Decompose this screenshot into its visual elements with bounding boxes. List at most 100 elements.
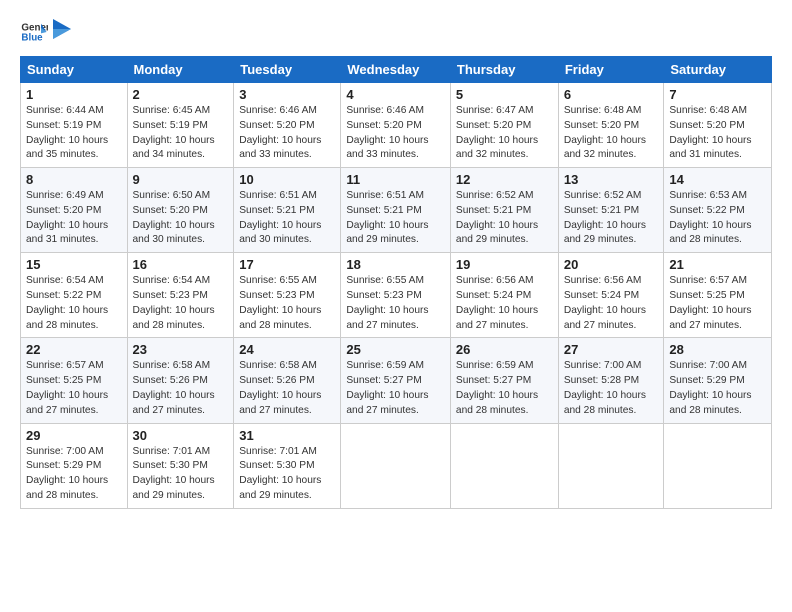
day-info: Sunrise: 6:51 AM Sunset: 5:21 PM Dayligh… [239, 189, 335, 248]
day-number: 29 [26, 428, 122, 443]
calendar-table: SundayMondayTuesdayWednesdayThursdayFrid… [20, 56, 772, 509]
day-info: Sunrise: 6:52 AM Sunset: 5:21 PM Dayligh… [456, 189, 553, 248]
day-number: 8 [26, 172, 122, 187]
calendar-cell: 14 Sunrise: 6:53 AM Sunset: 5:22 PM Dayli… [664, 168, 772, 253]
calendar-week-row: 29 Sunrise: 7:00 AM Sunset: 5:29 PM Dayli… [21, 423, 772, 508]
calendar-cell: 19Sunrise: 6:56 AM Sunset: 5:24 PM Dayli… [450, 253, 558, 338]
calendar-cell: 17Sunrise: 6:55 AM Sunset: 5:23 PM Dayli… [234, 253, 341, 338]
calendar-cell: 2Sunrise: 6:45 AM Sunset: 5:19 PM Daylig… [127, 83, 234, 168]
logo-icon: General Blue [20, 18, 48, 46]
day-info: Sunrise: 6:58 AM Sunset: 5:26 PM Dayligh… [239, 359, 335, 418]
calendar-cell: 12 Sunrise: 6:52 AM Sunset: 5:21 PM Dayli… [450, 168, 558, 253]
day-info: Sunrise: 6:49 AM Sunset: 5:20 PM Dayligh… [26, 189, 122, 248]
day-info: Sunrise: 7:00 AM Sunset: 5:28 PM Dayligh… [564, 359, 659, 418]
day-info: Sunrise: 7:00 AM Sunset: 5:29 PM Dayligh… [26, 445, 122, 504]
day-number: 25 [346, 342, 445, 357]
day-number: 4 [346, 87, 445, 102]
calendar-week-row: 15 Sunrise: 6:54 AM Sunset: 5:22 PM Dayli… [21, 253, 772, 338]
svg-text:Blue: Blue [21, 32, 43, 43]
calendar-weekday-friday: Friday [558, 57, 664, 83]
day-info: Sunrise: 6:58 AM Sunset: 5:26 PM Dayligh… [133, 359, 229, 418]
calendar-cell: 4 Sunrise: 6:46 AM Sunset: 5:20 PM Daylig… [341, 83, 451, 168]
day-number: 12 [456, 172, 553, 187]
day-number: 7 [669, 87, 766, 102]
calendar-cell: 9 Sunrise: 6:50 AM Sunset: 5:20 PM Daylig… [127, 168, 234, 253]
day-info: Sunrise: 6:48 AM Sunset: 5:20 PM Dayligh… [564, 104, 659, 163]
calendar-cell: 1 Sunrise: 6:44 AM Sunset: 5:19 PM Daylig… [21, 83, 128, 168]
logo-arrow-icon [53, 15, 71, 43]
day-number: 14 [669, 172, 766, 187]
day-number: 11 [346, 172, 445, 187]
day-number: 31 [239, 428, 335, 443]
calendar-cell: 30 Sunrise: 7:01 AM Sunset: 5:30 PM Dayli… [127, 423, 234, 508]
calendar-cell: 7 Sunrise: 6:48 AM Sunset: 5:20 PM Daylig… [664, 83, 772, 168]
day-info: Sunrise: 6:52 AM Sunset: 5:21 PM Dayligh… [564, 189, 659, 248]
calendar-cell: 18 Sunrise: 6:55 AM Sunset: 5:23 PM Dayli… [341, 253, 451, 338]
calendar-cell [558, 423, 664, 508]
calendar-weekday-sunday: Sunday [21, 57, 128, 83]
logo: General Blue [20, 18, 71, 46]
calendar-cell: 25 Sunrise: 6:59 AM Sunset: 5:27 PM Dayli… [341, 338, 451, 423]
day-number: 9 [133, 172, 229, 187]
day-info: Sunrise: 6:56 AM Sunset: 5:24 PM Dayligh… [564, 274, 659, 333]
day-info: Sunrise: 6:50 AM Sunset: 5:20 PM Dayligh… [133, 189, 229, 248]
day-number: 15 [26, 257, 122, 272]
calendar-cell: 6 Sunrise: 6:48 AM Sunset: 5:20 PM Daylig… [558, 83, 664, 168]
calendar-cell: 29 Sunrise: 7:00 AM Sunset: 5:29 PM Dayli… [21, 423, 128, 508]
page: General Blue SundayMondayTuesdayWednesda… [0, 0, 792, 612]
day-info: Sunrise: 6:59 AM Sunset: 5:27 PM Dayligh… [456, 359, 553, 418]
day-info: Sunrise: 6:54 AM Sunset: 5:23 PM Dayligh… [133, 274, 229, 333]
day-info: Sunrise: 6:44 AM Sunset: 5:19 PM Dayligh… [26, 104, 122, 163]
calendar-cell: 21Sunrise: 6:57 AM Sunset: 5:25 PM Dayli… [664, 253, 772, 338]
day-number: 16 [133, 257, 229, 272]
day-number: 13 [564, 172, 659, 187]
calendar-cell: 15 Sunrise: 6:54 AM Sunset: 5:22 PM Dayli… [21, 253, 128, 338]
day-number: 21 [669, 257, 766, 272]
day-info: Sunrise: 6:59 AM Sunset: 5:27 PM Dayligh… [346, 359, 445, 418]
day-number: 10 [239, 172, 335, 187]
day-number: 27 [564, 342, 659, 357]
day-info: Sunrise: 6:46 AM Sunset: 5:20 PM Dayligh… [346, 104, 445, 163]
day-info: Sunrise: 7:01 AM Sunset: 5:30 PM Dayligh… [239, 445, 335, 504]
calendar-cell: 22 Sunrise: 6:57 AM Sunset: 5:25 PM Dayli… [21, 338, 128, 423]
day-number: 30 [133, 428, 229, 443]
calendar-cell: 10 Sunrise: 6:51 AM Sunset: 5:21 PM Dayli… [234, 168, 341, 253]
day-number: 23 [133, 342, 229, 357]
day-info: Sunrise: 6:57 AM Sunset: 5:25 PM Dayligh… [26, 359, 122, 418]
calendar-week-row: 1 Sunrise: 6:44 AM Sunset: 5:19 PM Daylig… [21, 83, 772, 168]
day-number: 1 [26, 87, 122, 102]
calendar-cell: 26Sunrise: 6:59 AM Sunset: 5:27 PM Dayli… [450, 338, 558, 423]
calendar-weekday-tuesday: Tuesday [234, 57, 341, 83]
calendar-cell [450, 423, 558, 508]
calendar-cell: 16 Sunrise: 6:54 AM Sunset: 5:23 PM Dayli… [127, 253, 234, 338]
calendar-cell: 11Sunrise: 6:51 AM Sunset: 5:21 PM Dayli… [341, 168, 451, 253]
day-info: Sunrise: 6:48 AM Sunset: 5:20 PM Dayligh… [669, 104, 766, 163]
day-number: 20 [564, 257, 659, 272]
day-number: 6 [564, 87, 659, 102]
calendar-cell: 5Sunrise: 6:47 AM Sunset: 5:20 PM Daylig… [450, 83, 558, 168]
day-number: 5 [456, 87, 553, 102]
day-number: 28 [669, 342, 766, 357]
day-number: 22 [26, 342, 122, 357]
day-info: Sunrise: 7:01 AM Sunset: 5:30 PM Dayligh… [133, 445, 229, 504]
calendar-cell: 28 Sunrise: 7:00 AM Sunset: 5:29 PM Dayli… [664, 338, 772, 423]
day-info: Sunrise: 6:46 AM Sunset: 5:20 PM Dayligh… [239, 104, 335, 163]
calendar-cell: 31 Sunrise: 7:01 AM Sunset: 5:30 PM Dayli… [234, 423, 341, 508]
day-info: Sunrise: 6:54 AM Sunset: 5:22 PM Dayligh… [26, 274, 122, 333]
header: General Blue [20, 18, 772, 46]
calendar-cell [664, 423, 772, 508]
day-number: 19 [456, 257, 553, 272]
calendar-cell: 27 Sunrise: 7:00 AM Sunset: 5:28 PM Dayli… [558, 338, 664, 423]
day-info: Sunrise: 6:55 AM Sunset: 5:23 PM Dayligh… [346, 274, 445, 333]
day-number: 18 [346, 257, 445, 272]
day-number: 3 [239, 87, 335, 102]
day-info: Sunrise: 6:53 AM Sunset: 5:22 PM Dayligh… [669, 189, 766, 248]
day-number: 24 [239, 342, 335, 357]
day-info: Sunrise: 7:00 AM Sunset: 5:29 PM Dayligh… [669, 359, 766, 418]
calendar-weekday-thursday: Thursday [450, 57, 558, 83]
calendar-cell: 23 Sunrise: 6:58 AM Sunset: 5:26 PM Dayli… [127, 338, 234, 423]
calendar-weekday-monday: Monday [127, 57, 234, 83]
calendar-week-row: 22 Sunrise: 6:57 AM Sunset: 5:25 PM Dayli… [21, 338, 772, 423]
calendar-cell: 13 Sunrise: 6:52 AM Sunset: 5:21 PM Dayli… [558, 168, 664, 253]
day-number: 2 [133, 87, 229, 102]
